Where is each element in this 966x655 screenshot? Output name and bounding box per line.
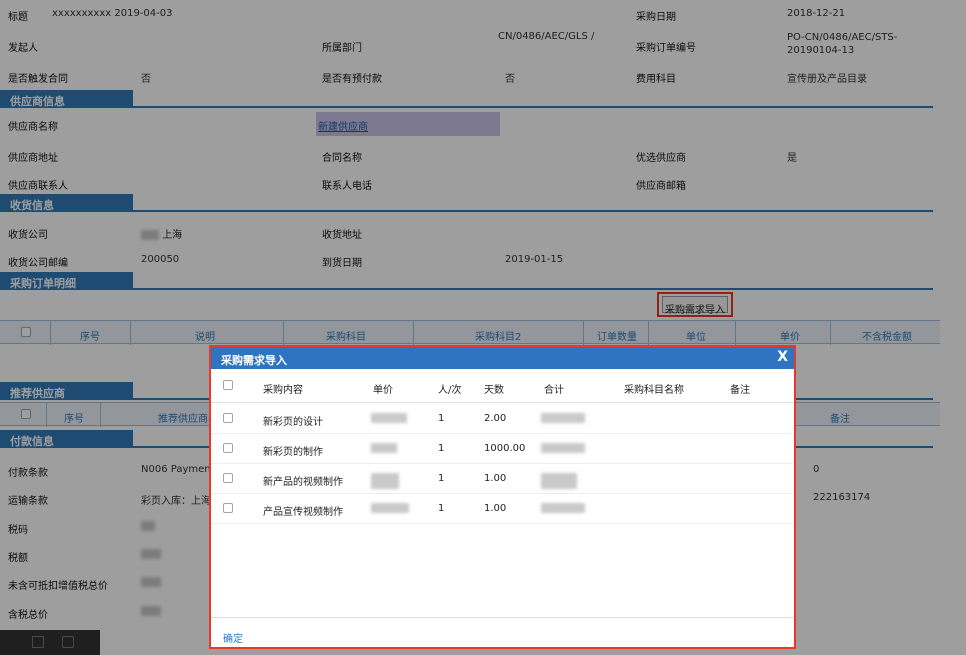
dialog-row[interactable]: 产品宣传视频制作 1 1.00 xyxy=(211,494,794,524)
dialog-col-total: 合计 xyxy=(544,385,564,396)
row-qty: 1 xyxy=(438,443,445,454)
confirm-button[interactable]: 确定 xyxy=(223,630,243,645)
dialog-row[interactable]: 新产品的视频制作 1 1.00 xyxy=(211,464,794,494)
dialog-row[interactable]: 新彩页的设计 1 2.00 xyxy=(211,404,794,434)
row-qty: 1 xyxy=(438,413,445,424)
dialog-col-days: 天数 xyxy=(484,385,504,396)
dialog-title: 采购需求导入 xyxy=(211,347,794,369)
row-content: 新彩页的制作 xyxy=(263,447,323,458)
row-days: 1000.00 xyxy=(484,443,526,454)
row-total xyxy=(541,413,585,424)
row-days: 1.00 xyxy=(484,473,507,484)
row-checkbox[interactable] xyxy=(223,473,233,486)
row-total xyxy=(541,503,585,514)
row-checkbox[interactable] xyxy=(223,503,233,516)
row-qty: 1 xyxy=(438,503,445,514)
row-days: 2.00 xyxy=(484,413,507,424)
dialog-col-note: 备注 xyxy=(730,385,750,396)
dialog-row[interactable]: 新彩页的制作 1 1000.00 xyxy=(211,434,794,464)
dialog-col-qty: 人/次 xyxy=(438,385,462,396)
row-content: 新彩页的设计 xyxy=(263,417,323,428)
row-days: 1.00 xyxy=(484,503,507,514)
row-total xyxy=(541,473,577,489)
row-price xyxy=(371,443,397,454)
row-total xyxy=(541,443,585,454)
dialog-col-account-name: 采购科目名称 xyxy=(624,385,684,396)
row-content: 产品宣传视频制作 xyxy=(263,507,343,518)
dialog-col-price: 单价 xyxy=(373,385,393,396)
row-price xyxy=(371,503,409,514)
dialog-table-header: 采购内容 单价 人/次 天数 合计 采购科目名称 备注 xyxy=(211,369,794,403)
row-checkbox[interactable] xyxy=(223,443,233,456)
dialog-col-content: 采购内容 xyxy=(263,385,303,396)
close-icon[interactable]: X xyxy=(777,349,788,365)
row-content: 新产品的视频制作 xyxy=(263,477,343,488)
row-price xyxy=(371,413,407,424)
row-checkbox[interactable] xyxy=(223,413,233,426)
row-price xyxy=(371,473,399,489)
row-qty: 1 xyxy=(438,473,445,484)
import-requirements-dialog: 采购需求导入 X 采购内容 单价 人/次 天数 合计 采购科目名称 备注 新彩页… xyxy=(209,345,796,649)
dialog-select-all-checkbox[interactable] xyxy=(223,380,233,393)
dialog-footer: 确定 xyxy=(211,617,794,647)
